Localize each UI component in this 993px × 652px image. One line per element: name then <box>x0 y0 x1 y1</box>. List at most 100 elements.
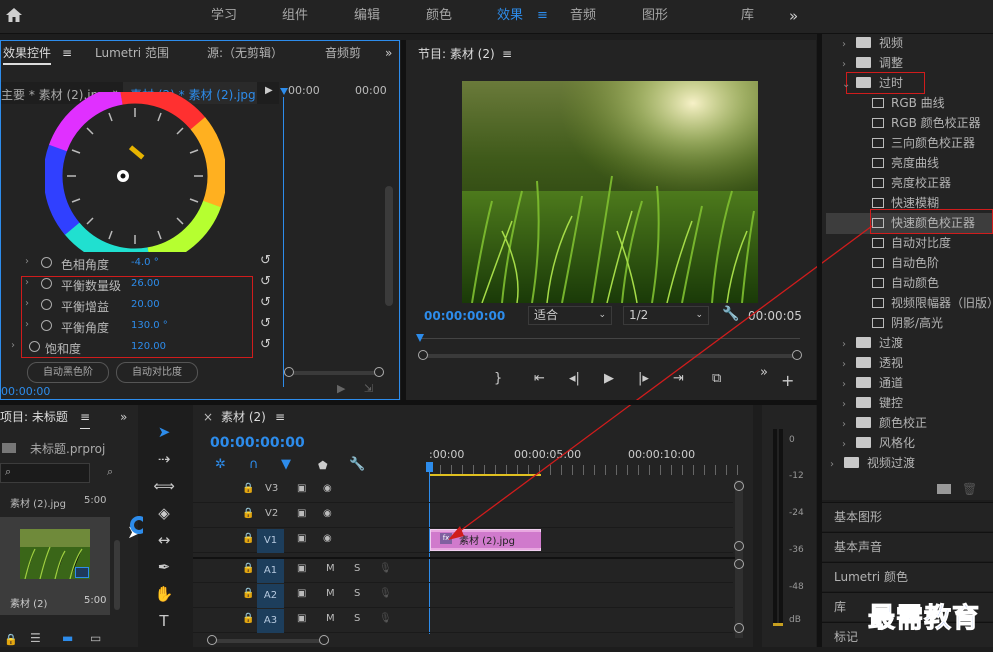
play-audio-icon[interactable]: ▶ <box>337 382 345 395</box>
reset-icon[interactable]: ↺ <box>260 337 271 352</box>
selection-tool-icon[interactable]: ➤ <box>150 420 178 444</box>
workspace-assembly[interactable]: 组件 <box>282 0 308 34</box>
razor-tool-icon[interactable]: ◈ <box>150 501 178 525</box>
hand-tool-icon[interactable]: ✋ <box>150 582 178 606</box>
track-a1[interactable]: 🔒 A1 ▣ M S 🎙 <box>193 559 733 583</box>
sequence-tab[interactable]: 素材 (2) <box>221 405 266 429</box>
reset-icon[interactable]: ↺ <box>260 253 271 268</box>
workspace-graphics[interactable]: 图形 <box>642 0 668 34</box>
close-icon[interactable]: × <box>203 405 213 429</box>
tree-effect[interactable]: 自动颜色 <box>872 274 939 294</box>
ec-timecode[interactable]: 00:00:00 <box>1 385 50 398</box>
timeline-timecode[interactable]: 00:00:00:00 <box>210 435 305 451</box>
tree-effect[interactable]: RGB 颜色校正器 <box>872 114 981 134</box>
tab-audio-clip[interactable]: 音频剪 <box>325 41 361 65</box>
prop-value[interactable]: -4.0 ° <box>131 257 159 268</box>
workspace-effects[interactable]: 效果 <box>497 0 523 34</box>
eye-icon[interactable]: ◉ <box>323 533 332 544</box>
lock-icon[interactable]: 🔒 <box>4 633 18 646</box>
add-marker-icon[interactable]: ▼ <box>281 457 291 472</box>
sync-lock-icon[interactable]: ▣ <box>297 613 306 624</box>
tree-effect[interactable]: 亮度校正器 <box>872 174 951 194</box>
panel-lumetri-color[interactable]: Lumetri 颜色 <box>822 562 993 591</box>
reset-icon[interactable]: ↺ <box>260 316 271 331</box>
tree-effect[interactable]: 自动色阶 <box>872 254 939 274</box>
ec-playhead[interactable] <box>283 97 284 387</box>
lock-icon[interactable]: 🔒 <box>242 563 254 574</box>
track-target-v1[interactable]: V1 <box>257 529 284 553</box>
hscroll-handle[interactable] <box>319 635 329 645</box>
home-icon[interactable] <box>5 6 23 24</box>
hscroll-handle[interactable] <box>207 635 217 645</box>
panel-divider[interactable] <box>0 400 820 405</box>
project-item-row[interactable]: 素材 (2).jpg 5:00 <box>0 493 110 513</box>
project-item-thumbnail-card[interactable]: 素材 (2) 5:00 <box>0 517 110 615</box>
program-zoom-handle-left[interactable] <box>418 350 428 360</box>
project-title[interactable]: 项目: 未标题 <box>0 405 68 429</box>
track-a3[interactable]: 🔒 A3 ▣ M S 🎙 <box>193 609 733 633</box>
project-scrollbar[interactable] <box>114 540 120 610</box>
auto-contrast-button[interactable]: 自动对比度 <box>116 362 198 383</box>
chevron-right-icon[interactable]: › <box>25 256 29 267</box>
ec-scrollbar[interactable] <box>385 186 393 306</box>
workspace-editing[interactable]: 编辑 <box>354 0 380 34</box>
sync-lock-icon[interactable]: ▣ <box>297 483 306 494</box>
mute-button[interactable]: M <box>326 613 335 624</box>
auto-black-level-button[interactable]: 自动黑色阶 <box>27 362 109 383</box>
tree-effect-fast-color-corrector[interactable]: 快速颜色校正器 <box>872 214 975 234</box>
tree-folder-adjust[interactable]: › 调整 <box>842 54 903 74</box>
tab-effect-controls[interactable]: 效果控件 <box>3 41 52 65</box>
track-select-tool-icon[interactable]: ⇢ <box>150 447 178 471</box>
export-icon[interactable]: ⇲ <box>364 382 373 395</box>
lock-icon[interactable]: 🔒 <box>242 483 254 494</box>
ec-playhead-marker[interactable] <box>280 88 288 95</box>
list-view-icon[interactable]: ☰ <box>30 631 41 645</box>
link-icon[interactable]: ∩ <box>249 457 259 472</box>
scroll-handle[interactable] <box>734 623 744 633</box>
solo-button[interactable]: S <box>354 563 360 574</box>
timeline-playhead-marker[interactable] <box>426 462 433 472</box>
sequence-menu-icon[interactable]: ≡ <box>275 405 285 429</box>
tree-folder-obsolete[interactable]: ⌄ 过时 <box>842 74 903 94</box>
eye-icon[interactable]: ◉ <box>323 508 332 519</box>
sync-lock-icon[interactable]: ▣ <box>297 563 306 574</box>
solo-button[interactable]: S <box>354 613 360 624</box>
eye-icon[interactable]: ◉ <box>323 483 332 494</box>
project-menu-icon[interactable]: ≡ <box>80 405 91 429</box>
new-folder-icon[interactable] <box>937 484 951 494</box>
track-target-a1[interactable]: A1 <box>257 559 284 583</box>
track-target-a3[interactable]: A3 <box>257 609 284 633</box>
lock-icon[interactable]: 🔒 <box>242 613 254 624</box>
marker-icon[interactable]: ⬟ <box>318 459 328 472</box>
solo-button[interactable]: S <box>354 588 360 599</box>
mic-icon[interactable]: 🎙 <box>379 563 392 574</box>
timeline-hscroll[interactable] <box>211 639 329 643</box>
pen-tool-icon[interactable]: ✒ <box>150 555 178 579</box>
workspace-color[interactable]: 颜色 <box>426 0 452 34</box>
freeform-view-icon[interactable]: ▭ <box>90 631 101 645</box>
mic-icon[interactable]: 🎙 <box>379 588 392 599</box>
track-target-a2[interactable]: A2 <box>257 584 284 608</box>
stopwatch-icon[interactable] <box>41 257 52 268</box>
tab-menu-icon[interactable]: ≡ <box>62 41 72 65</box>
tree-folder-video[interactable]: › 视频 <box>842 34 903 54</box>
project-search-input[interactable]: ⌕ <box>0 463 90 483</box>
sync-lock-icon[interactable]: ▣ <box>297 508 306 519</box>
tab-source[interactable]: 源:（无剪辑） <box>207 41 283 65</box>
lock-icon[interactable]: 🔒 <box>242 533 254 544</box>
track-a2[interactable]: 🔒 A2 ▣ M S 🎙 <box>193 584 733 608</box>
program-playhead[interactable] <box>416 334 424 342</box>
icon-view-icon[interactable]: ▬ <box>62 631 73 645</box>
lock-icon[interactable]: 🔒 <box>242 588 254 599</box>
panel-divider[interactable] <box>817 34 822 647</box>
mute-button[interactable]: M <box>326 563 335 574</box>
ec-zoom-bar[interactable] <box>284 371 384 375</box>
workspace-audio[interactable]: 音频 <box>570 0 596 34</box>
ec-zoom-handle-right[interactable] <box>374 367 384 377</box>
sync-lock-icon[interactable]: ▣ <box>297 588 306 599</box>
chevron-right-icon[interactable]: › <box>11 340 15 351</box>
tree-effect[interactable]: 亮度曲线 <box>872 154 939 174</box>
tree-effect[interactable]: 三向颜色校正器 <box>872 134 975 154</box>
balance-color-wheel[interactable] <box>45 92 225 252</box>
tree-effect[interactable]: RGB 曲线 <box>872 94 945 114</box>
